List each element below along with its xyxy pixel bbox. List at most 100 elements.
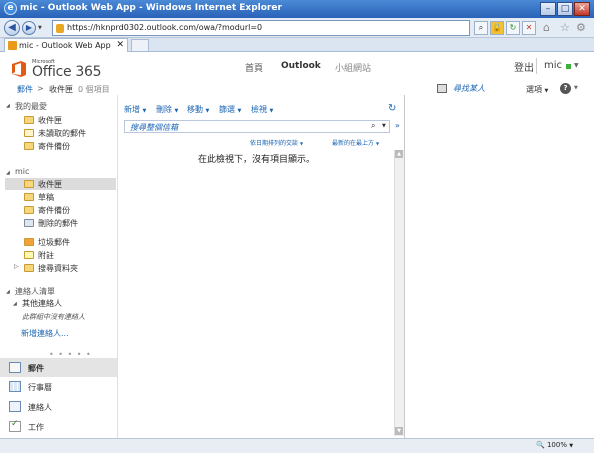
collapse-triangle-icon[interactable]: ◢ <box>6 170 10 176</box>
item-count: 0 個項目 <box>78 85 110 94</box>
favorite-sent[interactable]: 寄件備份 <box>38 141 70 152</box>
drafts-folder-icon <box>24 193 34 201</box>
search-icon[interactable]: ⌕ <box>371 121 375 131</box>
chevron-down-icon: ▼ <box>142 108 147 114</box>
sort-by-dropdown[interactable]: 依日期排列的交談 ▼ <box>250 138 303 147</box>
collapse-triangle-icon[interactable]: ◢ <box>6 289 10 295</box>
zoom-level: 100% <box>546 441 567 449</box>
breadcrumb-mail[interactable]: 郵件 <box>17 84 33 95</box>
brand-name[interactable]: Office 365 <box>32 64 102 80</box>
folder-inbox[interactable]: 收件匣 <box>38 179 62 190</box>
module-calendar[interactable]: 行事曆 <box>28 382 52 393</box>
tab-bar: mic - Outlook Web App ✕ <box>0 38 594 52</box>
move-label: 移動 <box>187 105 203 114</box>
mailbox-header[interactable]: mic <box>15 167 29 176</box>
folder-sent[interactable]: 寄件備份 <box>38 205 70 216</box>
refresh-icon[interactable]: ↻ <box>388 103 398 114</box>
favorite-unread[interactable]: 未讀取的郵件 <box>38 128 86 139</box>
new-button[interactable]: 新增 ▼ <box>124 104 146 115</box>
zoom-icon: 🔍 <box>536 441 545 449</box>
folder-junk[interactable]: 垃圾郵件 <box>38 237 70 248</box>
history-dropdown-icon[interactable]: ▼ <box>38 25 42 31</box>
new-contact-link[interactable]: 新增連絡人... <box>21 328 69 339</box>
scroll-down-icon[interactable]: ▼ <box>395 427 403 435</box>
url-text: https://hknprd0302.outlook.com/owa/?modu… <box>67 23 263 32</box>
chevron-down-icon: ▼ <box>375 141 380 146</box>
delete-label: 刪除 <box>156 105 172 114</box>
module-contacts[interactable]: 連絡人 <box>28 402 52 413</box>
help-icon[interactable]: ? <box>560 83 571 94</box>
folder-drafts[interactable]: 草稿 <box>38 192 54 203</box>
ie-icon: e <box>4 2 17 15</box>
new-label: 新增 <box>124 105 140 114</box>
favorite-inbox[interactable]: 收件匣 <box>38 115 62 126</box>
collapse-triangle-icon[interactable]: ◢ <box>13 301 17 307</box>
move-button[interactable]: 移動 ▼ <box>187 104 209 115</box>
search-dropdown-icon[interactable]: ⌕ <box>474 21 488 35</box>
nav-home[interactable]: 首頁 <box>245 61 263 74</box>
expand-triangle-icon[interactable]: ▷ <box>14 263 19 270</box>
view-button[interactable]: 檢視 ▼ <box>251 104 273 115</box>
chevron-down-icon[interactable]: ▼ <box>574 85 578 91</box>
ie-statusbar <box>0 438 594 453</box>
url-field[interactable]: https://hknprd0302.outlook.com/owa/?modu… <box>52 20 470 36</box>
favorites-header[interactable]: 我的最愛 <box>15 101 47 112</box>
folder-search[interactable]: 搜尋資料夾 <box>38 263 78 274</box>
lock-icon[interactable]: 🔒 <box>490 21 504 35</box>
contact-list-header[interactable]: 連絡人清單 <box>15 286 55 297</box>
refresh-icon[interactable]: ↻ <box>506 21 520 35</box>
mail-envelope-icon <box>9 362 21 373</box>
office-logo-icon <box>12 61 26 77</box>
minimize-button[interactable]: – <box>540 2 556 16</box>
unread-mail-icon <box>24 129 34 137</box>
folder-notes[interactable]: 附註 <box>38 250 54 261</box>
sort-order-dropdown[interactable]: 最新的在最上方 ▼ <box>332 138 379 147</box>
new-tab-button[interactable] <box>131 39 149 52</box>
stop-icon[interactable]: ✕ <box>522 21 536 35</box>
scroll-up-icon[interactable]: ▲ <box>395 150 403 158</box>
list-scrollbar[interactable] <box>394 150 404 436</box>
checkmark-icon: ✓ <box>11 419 19 429</box>
contacts-card-icon <box>9 401 21 412</box>
chevron-down-icon: ▼ <box>269 108 274 114</box>
deleted-items-icon <box>24 219 34 227</box>
folder-icon <box>24 206 34 214</box>
home-icon[interactable]: ⌂ <box>543 21 550 34</box>
module-mail[interactable]: 郵件 <box>28 363 44 374</box>
chevron-down-icon[interactable]: ▼ <box>574 62 579 69</box>
sign-out-link[interactable]: 登出 <box>514 59 534 74</box>
header-divider <box>536 58 537 74</box>
nav-team-site[interactable]: 小組網站 <box>335 61 371 74</box>
close-tab-icon[interactable]: ✕ <box>116 40 124 50</box>
lock-icon <box>56 24 64 33</box>
options-label: 選項 <box>526 85 542 94</box>
mailbox-search-input[interactable]: 搜尋整個信箱 ⌕ ▼ <box>124 120 390 133</box>
filter-button[interactable]: 篩選 ▼ <box>219 104 241 115</box>
find-someone-link[interactable]: 尋找某人 <box>453 83 485 94</box>
tab-outlook[interactable]: mic - Outlook Web App ✕ <box>4 38 128 52</box>
options-menu[interactable]: 選項 ▼ <box>526 84 548 95</box>
back-icon[interactable]: ◀ <box>4 20 20 36</box>
close-window-button[interactable]: ✕ <box>574 2 590 16</box>
address-book-icon[interactable] <box>437 84 447 93</box>
collapse-triangle-icon[interactable]: ◢ <box>6 103 10 109</box>
forward-icon[interactable]: ▶ <box>22 21 36 35</box>
zoom-control[interactable]: 🔍 100% ▼ <box>536 441 573 449</box>
chevron-down-icon: ▼ <box>205 108 210 114</box>
folder-icon <box>24 142 34 150</box>
expand-search-icon[interactable]: » <box>395 121 400 130</box>
chevron-down-icon[interactable]: ▼ <box>382 123 386 129</box>
tab-title: mic - Outlook Web App <box>19 41 111 50</box>
delete-button[interactable]: 刪除 ▼ <box>156 104 178 115</box>
calendar-icon <box>9 381 21 392</box>
nav-outlook[interactable]: Outlook <box>281 61 321 71</box>
junk-mail-icon <box>24 238 34 246</box>
user-name[interactable]: mic <box>544 60 562 71</box>
other-contacts-group[interactable]: 其他連絡人 <box>22 298 62 309</box>
folder-deleted[interactable]: 刪除的郵件 <box>38 218 78 229</box>
favorites-star-icon[interactable]: ☆ <box>560 21 570 34</box>
maximize-button[interactable]: □ <box>557 2 573 16</box>
module-tasks[interactable]: 工作 <box>28 422 44 433</box>
breadcrumb-arrow-icon: > <box>37 84 44 93</box>
tools-gear-icon[interactable]: ⚙ <box>576 21 586 34</box>
